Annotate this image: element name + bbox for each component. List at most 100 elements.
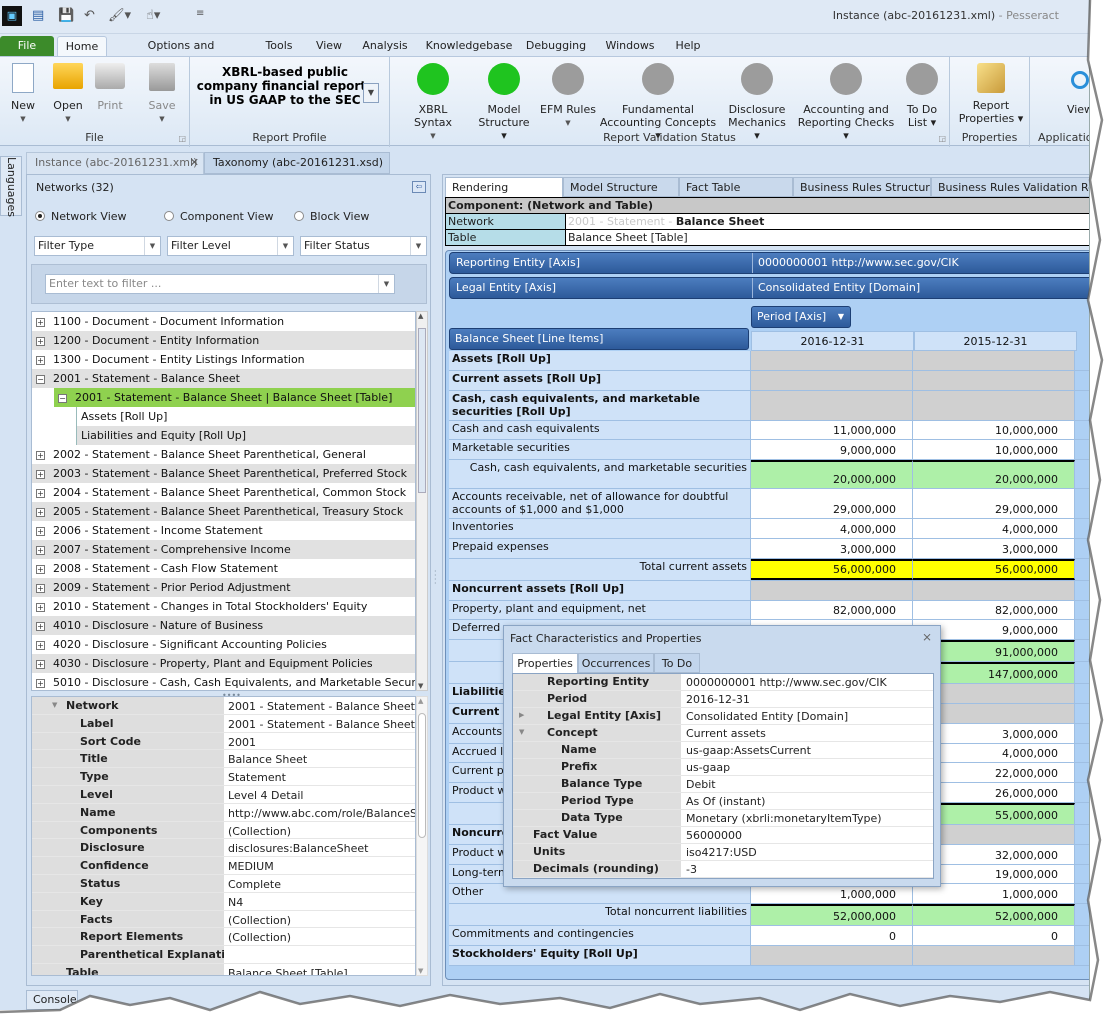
- cell-value[interactable]: 1,000,000: [751, 884, 913, 904]
- save-button[interactable]: Save ▼: [142, 63, 182, 126]
- expand-arrow-icon[interactable]: ▶: [519, 708, 524, 723]
- fact-property-row[interactable]: Period 2016-12-31: [513, 691, 933, 708]
- property-value[interactable]: 2001: [225, 733, 415, 750]
- tree-item[interactable]: +2003 - Statement - Balance Sheet Parent…: [32, 464, 415, 483]
- tab-fact-table[interactable]: Fact Table: [679, 177, 793, 197]
- fact-property-value[interactable]: 0000000001 http://www.sec.gov/CIK: [683, 674, 933, 691]
- fact-property-row[interactable]: ▼ Concept Current assets: [513, 725, 933, 742]
- property-value[interactable]: [225, 946, 415, 963]
- tab-properties[interactable]: Properties: [512, 653, 578, 674]
- property-row[interactable]: Type Statement: [32, 768, 415, 786]
- cell-value[interactable]: [751, 370, 913, 390]
- tab-analysis[interactable]: Analysis: [358, 36, 412, 56]
- property-value[interactable]: Level 4 Detail: [225, 786, 415, 803]
- undo-icon[interactable]: ↶: [84, 8, 95, 26]
- expand-icon[interactable]: +: [36, 584, 45, 593]
- tab-file[interactable]: File: [0, 36, 54, 56]
- collapse-icon[interactable]: −: [58, 394, 67, 403]
- property-value[interactable]: (Collection): [225, 911, 415, 928]
- property-row[interactable]: Title Balance Sheet: [32, 750, 415, 769]
- property-value[interactable]: disclosures:BalanceSheet: [225, 839, 415, 856]
- scrollbar-thumb[interactable]: [418, 328, 426, 493]
- cell-value[interactable]: 82,000,000: [751, 600, 913, 620]
- tree-item[interactable]: +2010 - Statement - Changes in Total Sto…: [32, 597, 415, 616]
- properties-scrollbar[interactable]: ▲ ▼: [416, 696, 428, 976]
- fact-property-row[interactable]: Data Type Monetary (xbrli:monetaryItemTyp…: [513, 810, 933, 827]
- customize-toolbar-icon[interactable]: ≡: [196, 8, 204, 26]
- property-value[interactable]: 2001 - Statement - Balance Sheet: [225, 697, 415, 714]
- fact-property-value[interactable]: us-gaap: [683, 759, 933, 776]
- network-view-radio[interactable]: Network View: [35, 210, 127, 223]
- cell-value[interactable]: 29,000,000: [913, 489, 1075, 519]
- fact-property-value[interactable]: Current assets: [683, 725, 933, 742]
- property-value[interactable]: Balance Sheet: [225, 750, 415, 767]
- legal-entity-axis[interactable]: Legal Entity [Axis] Consolidated Entity …: [449, 277, 1089, 299]
- tree-item[interactable]: +2006 - Statement - Income Statement: [32, 521, 415, 540]
- expand-icon[interactable]: +: [36, 489, 45, 498]
- filter-text-input[interactable]: Enter text to filter ... ▼: [45, 274, 395, 294]
- close-icon[interactable]: ⨯: [922, 630, 932, 644]
- tab-options-and-preferences[interactable]: Options and Preferences: [116, 36, 246, 72]
- hand-icon[interactable]: ☝▾: [146, 8, 160, 26]
- tab-knowledgebase[interactable]: Knowledgebase: [424, 36, 514, 56]
- cell-value[interactable]: 20,000,000: [913, 460, 1075, 489]
- tree-scrollbar[interactable]: ▲ ▼: [416, 311, 428, 691]
- fact-property-row[interactable]: Name us-gaap:AssetsCurrent: [513, 742, 933, 759]
- cell-value[interactable]: 4,000,000: [913, 519, 1075, 538]
- tree-item[interactable]: +2009 - Statement - Prior Period Adjustm…: [32, 578, 415, 597]
- block-view-radio[interactable]: Block View: [294, 210, 369, 223]
- fact-property-row[interactable]: Period Type As Of (instant): [513, 793, 933, 810]
- property-value[interactable]: Complete: [225, 875, 415, 892]
- cell-value[interactable]: [913, 945, 1075, 965]
- efm-rules-button[interactable]: EFM Rules ▼: [538, 63, 598, 130]
- cell-value[interactable]: 56,000,000: [913, 558, 1075, 580]
- collapse-arrow-icon[interactable]: ▼: [519, 725, 524, 740]
- filter-level-select[interactable]: Filter Level ▼: [167, 236, 294, 256]
- tree-item-selected[interactable]: −2001 - Statement - Balance Sheet | Bala…: [54, 388, 415, 407]
- property-row[interactable]: Key N4: [32, 892, 415, 911]
- cell-value[interactable]: 0: [913, 926, 1075, 945]
- scroll-up-icon[interactable]: ▲: [418, 312, 423, 320]
- cell-value[interactable]: 0: [751, 926, 913, 945]
- doc-tab-taxonomy[interactable]: Taxonomy (abc-20161231.xsd): [204, 152, 390, 174]
- cell-value[interactable]: [913, 390, 1075, 420]
- tab-help[interactable]: Help: [670, 36, 706, 56]
- print-button[interactable]: Print: [92, 63, 128, 112]
- tree-item[interactable]: +2004 - Statement - Balance Sheet Parent…: [32, 483, 415, 502]
- expand-icon[interactable]: +: [36, 318, 45, 327]
- tree-item[interactable]: +2008 - Statement - Cash Flow Statement: [32, 559, 415, 578]
- fact-property-row[interactable]: Fact Value 56000000: [513, 827, 933, 844]
- expand-icon[interactable]: +: [36, 337, 45, 346]
- doc-tab-instance[interactable]: Instance (abc-20161231.xml) ✕: [26, 152, 204, 174]
- property-value[interactable]: 2001 - Statement - Balance Sheet: [225, 715, 415, 732]
- tab-rendering[interactable]: Rendering: [445, 177, 563, 198]
- property-value[interactable]: (Collection): [225, 822, 415, 839]
- cell-value[interactable]: 52,000,000: [913, 904, 1075, 926]
- property-row[interactable]: Parenthetical Explanation: [32, 946, 415, 964]
- tree-item[interactable]: −2001 - Statement - Balance Sheet: [32, 369, 415, 388]
- cell-value[interactable]: 11,000,000: [751, 420, 913, 440]
- fact-property-value[interactable]: iso4217:USD: [683, 844, 933, 861]
- filter-status-select[interactable]: Filter Status ▼: [300, 236, 427, 256]
- expand-icon[interactable]: +: [36, 565, 45, 574]
- expand-arrow-icon[interactable]: ▼: [52, 697, 57, 714]
- cell-value[interactable]: 1,000,000: [913, 884, 1075, 904]
- tree-item[interactable]: +1100 - Document - Document Information: [32, 312, 415, 331]
- view-button[interactable]: View: [1060, 63, 1089, 116]
- property-value[interactable]: Balance Sheet [Table]: [225, 964, 415, 975]
- paint-icon[interactable]: 🖌▾: [108, 8, 131, 26]
- fact-property-value[interactable]: Consolidated Entity [Domain]: [683, 708, 933, 725]
- console-side-tab[interactable]: Console: [26, 990, 78, 1010]
- fact-property-row[interactable]: Units iso4217:USD: [513, 844, 933, 861]
- tab-to-do[interactable]: To Do: [654, 653, 700, 673]
- cell-value[interactable]: [751, 945, 913, 965]
- cell-value[interactable]: 9,000,000: [751, 440, 913, 460]
- property-row[interactable]: ▼ Network 2001 - Statement - Balance Sheet: [32, 697, 415, 715]
- report-profile-dropdown[interactable]: ▼: [363, 83, 379, 103]
- property-value[interactable]: Statement: [225, 768, 415, 785]
- expand-icon[interactable]: +: [36, 546, 45, 555]
- property-row[interactable]: Confidence MEDIUM: [32, 857, 415, 875]
- cell-value[interactable]: [913, 370, 1075, 390]
- fact-property-value[interactable]: 2016-12-31: [683, 691, 933, 708]
- property-value[interactable]: MEDIUM: [225, 857, 415, 874]
